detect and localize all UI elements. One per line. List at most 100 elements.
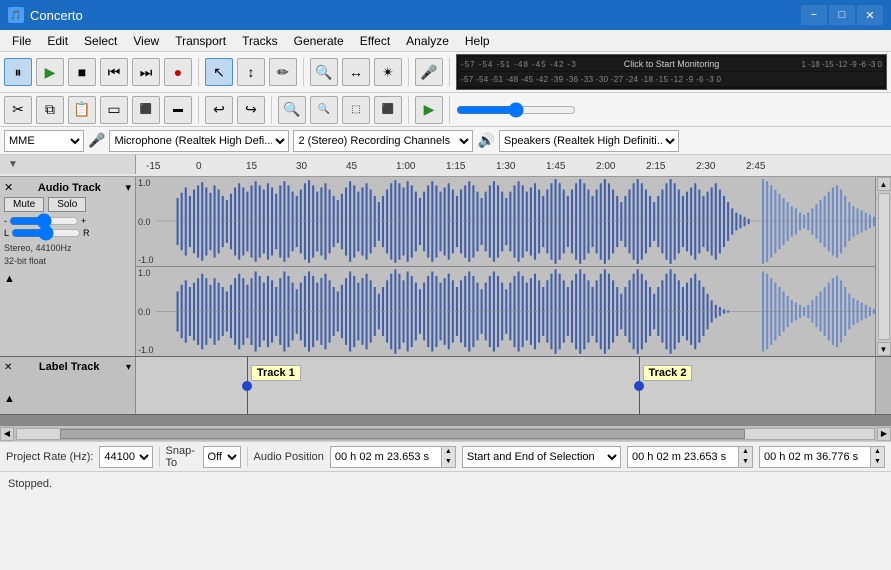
time-spin-down-3[interactable]: ▼: [870, 457, 884, 467]
separator-1: [159, 447, 160, 467]
ruler-label-245: 2:45: [746, 161, 765, 172]
audio-waveform-area[interactable]: 1.0 0.0 -1.0: [136, 177, 875, 356]
time-spin-down-2[interactable]: ▼: [738, 457, 752, 467]
status-bar: Stopped.: [0, 471, 891, 495]
h-scroll-thumb: [60, 429, 746, 439]
time-field-3[interactable]: 00 h 02 m 36.776 s: [760, 447, 870, 467]
timeshift-tool-button[interactable]: ↔: [342, 58, 370, 86]
time-field-1[interactable]: 00 h 02 m 23.653 s: [331, 447, 441, 467]
redo-button[interactable]: ↪: [237, 96, 265, 124]
v-scroll-down-btn[interactable]: ▼: [877, 342, 891, 356]
snap-to-label: Snap-To: [166, 445, 197, 469]
menu-file[interactable]: File: [4, 32, 39, 50]
envelope-tool-button[interactable]: ↕: [237, 58, 265, 86]
time-spin-up-3[interactable]: ▲: [870, 447, 884, 457]
input-device-select[interactable]: Microphone (Realtek High Defi...: [109, 130, 289, 152]
ruler-label-145: 1:45: [546, 161, 565, 172]
pan-slider[interactable]: [11, 228, 81, 238]
play-green-button[interactable]: ▶: [415, 96, 443, 124]
mute-button[interactable]: Mute: [4, 197, 44, 212]
y-label-top-1: 1.0: [138, 178, 151, 188]
paste-button[interactable]: 📋: [68, 96, 96, 124]
mic-icon: 🎤: [88, 132, 105, 149]
audio-position-label: Audio Position: [254, 451, 324, 463]
close-button[interactable]: ✕: [857, 5, 883, 25]
stop-button[interactable]: ■: [68, 58, 96, 86]
multi-tool-button[interactable]: ✴: [374, 58, 402, 86]
silence2-button[interactable]: ▬: [164, 96, 192, 124]
playback-speed-slider[interactable]: [456, 104, 576, 116]
time-spinners-2: ▲ ▼: [738, 447, 752, 467]
label-track-name: Label Track: [39, 361, 100, 373]
output-device-select[interactable]: Speakers (Realtek High Definiti...: [499, 130, 679, 152]
time-field-2[interactable]: 00 h 02 m 23.653 s: [628, 447, 738, 467]
time-input-1[interactable]: 00 h 02 m 23.653 s ▲ ▼: [330, 446, 456, 468]
undo-button[interactable]: ↩: [205, 96, 233, 124]
v-scrollbar[interactable]: ▲ ▼: [875, 177, 891, 356]
ruler-label-0: 0: [196, 161, 202, 172]
zoom-sel-button[interactable]: ⬚: [342, 96, 370, 124]
ruler-label-230: 2:30: [696, 161, 715, 172]
skip-forward-button[interactable]: ⏭: [132, 58, 160, 86]
audio-track-close[interactable]: ✕: [4, 181, 13, 194]
vu-meter[interactable]: -57 -54 -51 -48 -45 -42 -3 Click to Star…: [456, 54, 887, 90]
zoom-in-button[interactable]: 🔍: [278, 96, 306, 124]
time-spin-up-2[interactable]: ▲: [738, 447, 752, 457]
menu-analyze[interactable]: Analyze: [398, 32, 457, 50]
menu-transport[interactable]: Transport: [167, 32, 234, 50]
audio-host-select[interactable]: MME: [4, 130, 84, 152]
project-rate-select[interactable]: 44100: [99, 446, 152, 468]
audio-track-expand[interactable]: ▲: [4, 273, 131, 285]
time-input-3[interactable]: 00 h 02 m 36.776 s ▲ ▼: [759, 446, 885, 468]
menu-view[interactable]: View: [125, 32, 167, 50]
label-track-header: ✕ Label Track ▾ ▲: [0, 357, 136, 414]
trim-button[interactable]: ⬛: [132, 96, 160, 124]
mic-button[interactable]: 🎤: [415, 58, 443, 86]
silence-button[interactable]: ▭: [100, 96, 128, 124]
record-button[interactable]: ●: [164, 58, 192, 86]
h-scroll-right-btn[interactable]: ▶: [877, 427, 891, 441]
time-spin-down-1[interactable]: ▼: [441, 457, 455, 467]
copy-button[interactable]: ⧉: [36, 96, 64, 124]
label-track-expand[interactable]: ▲: [4, 393, 131, 405]
label-text-1: Track 1: [251, 365, 301, 381]
solo-button[interactable]: Solo: [48, 197, 86, 212]
zoom-out-button[interactable]: 🔍: [310, 96, 338, 124]
label-dot-2: [634, 381, 644, 391]
play-button[interactable]: ▶: [36, 58, 64, 86]
zoom-tool-button[interactable]: 🔍: [310, 58, 338, 86]
channels-select[interactable]: 2 (Stereo) Recording Channels: [293, 130, 473, 152]
y-label-bot-1: -1.0: [138, 255, 154, 265]
time-input-2[interactable]: 00 h 02 m 23.653 s ▲ ▼: [627, 446, 753, 468]
time-spin-up-1[interactable]: ▲: [441, 447, 455, 457]
menu-tracks[interactable]: Tracks: [234, 32, 286, 50]
label-dot-1: [242, 381, 252, 391]
draw-tool-button[interactable]: ✏: [269, 58, 297, 86]
pan-r: R: [83, 228, 90, 238]
menu-effect[interactable]: Effect: [352, 32, 398, 50]
zoom-fit-button[interactable]: ⬛: [374, 96, 402, 124]
select-tool-button[interactable]: ↖: [205, 58, 233, 86]
v-scroll-up-btn[interactable]: ▲: [877, 177, 891, 191]
h-scroll-track[interactable]: [16, 428, 875, 440]
vu-click-label: Click to Start Monitoring: [624, 59, 720, 69]
audio-track-info: Stereo, 44100Hz 32-bit float: [4, 242, 131, 267]
label-track-dropdown[interactable]: ▾: [126, 362, 131, 373]
skip-back-button[interactable]: ⏮: [100, 58, 128, 86]
ruler-label-m15: -15: [146, 161, 160, 172]
maximize-button[interactable]: □: [829, 5, 855, 25]
pause-button[interactable]: ⏸: [4, 58, 32, 86]
menu-edit[interactable]: Edit: [39, 32, 76, 50]
waveform-top-channel: 1.0 0.0 -1.0: [136, 177, 875, 267]
h-scroll-left-btn[interactable]: ◀: [0, 427, 14, 441]
audio-track-dropdown[interactable]: ▾: [125, 181, 131, 194]
menu-select[interactable]: Select: [76, 32, 125, 50]
menu-help[interactable]: Help: [457, 32, 498, 50]
label-track-close[interactable]: ✕: [4, 362, 12, 373]
selection-type-select[interactable]: Start and End of Selection: [462, 446, 621, 468]
minimize-button[interactable]: −: [801, 5, 827, 25]
menu-generate[interactable]: Generate: [286, 32, 352, 50]
cut-button[interactable]: ✂: [4, 96, 32, 124]
audio-track: ✕ Audio Track ▾ Mute Solo - + L R: [0, 177, 891, 357]
snap-to-select[interactable]: Off: [203, 446, 241, 468]
